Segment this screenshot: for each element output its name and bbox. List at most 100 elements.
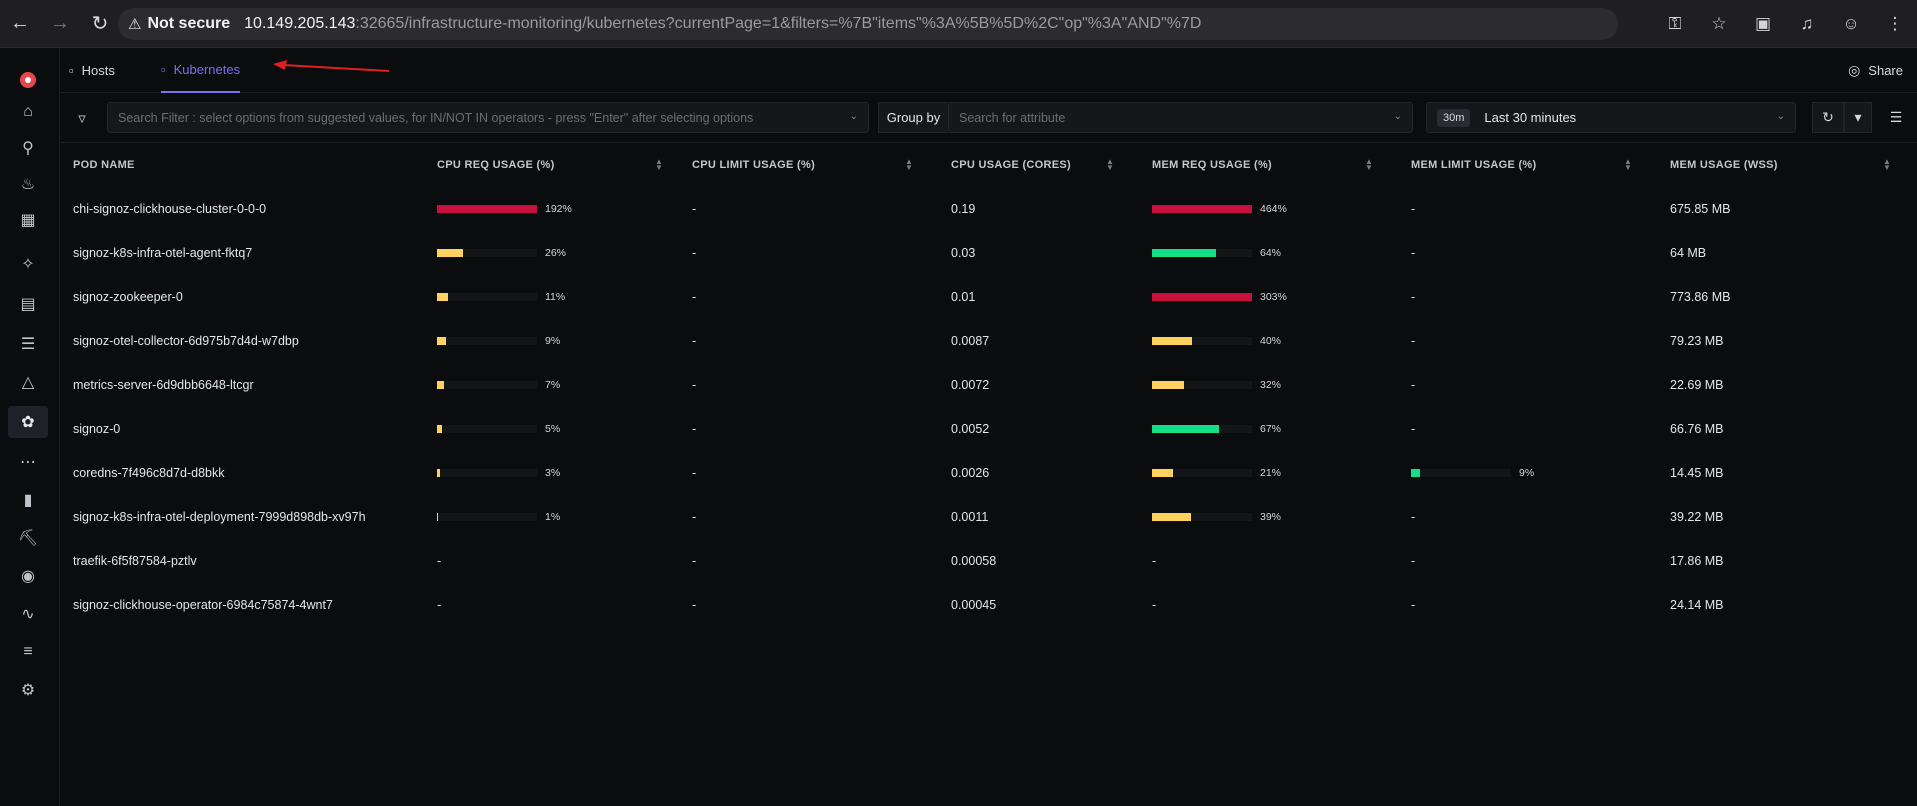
infrastructure-icon[interactable]: ✿ — [8, 406, 48, 438]
col-cpu-usage-cores[interactable]: CPU USAGE (CORES) — [951, 143, 1071, 187]
share-button[interactable]: ◎ Share — [1848, 48, 1903, 93]
binoculars-icon[interactable]: ◉ — [8, 560, 48, 592]
hdd-icon[interactable]: ▤ — [8, 288, 48, 320]
media-icon[interactable]: ♫ — [1785, 0, 1829, 48]
progress-percent: 3% — [545, 467, 561, 479]
settings-icon[interactable]: ⚙ — [8, 674, 48, 706]
table-row[interactable]: traefik-6f5f87584-pztlv - - 0.00058 - - 17.86 … — [61, 539, 1917, 583]
progress-bar-fill — [1152, 381, 1184, 389]
logo-icon[interactable] — [8, 64, 48, 96]
line-chart-icon[interactable]: ∿ — [8, 598, 48, 630]
progress-percent: 39% — [1260, 511, 1282, 523]
dashboard-icon[interactable]: ▦ — [8, 204, 48, 236]
mem-req-usage: 32% — [1152, 363, 1281, 407]
key-icon[interactable]: ⚿ — [1653, 0, 1697, 48]
progress-bar-fill — [1411, 469, 1420, 477]
progress-percent: 5% — [545, 423, 561, 435]
sort-icon[interactable]: ▲ ▼ — [655, 158, 663, 172]
column-settings-icon[interactable]: ☰ — [1881, 102, 1911, 133]
forward-icon[interactable]: → — [40, 0, 80, 48]
col-cpu-limit-usage[interactable]: CPU LIMIT USAGE (%) — [692, 143, 815, 187]
col-mem-usage-wss[interactable]: MEM USAGE (WSS) — [1670, 143, 1778, 187]
mem-usage-wss: 39.22 MB — [1670, 510, 1724, 524]
progress-bar-fill — [437, 381, 444, 389]
list-icon[interactable]: ≡ — [8, 636, 48, 668]
search-filter-input[interactable]: Search Filter : select options from sugg… — [107, 102, 869, 133]
sort-icon[interactable]: ▲ ▼ — [1883, 158, 1891, 172]
refresh-button[interactable]: ↻ — [1812, 102, 1844, 133]
mem-req-usage: - — [1152, 554, 1157, 568]
extensions-icon[interactable]: ▣ — [1741, 0, 1785, 48]
cpu-usage-cores: 0.00045 — [951, 598, 997, 612]
sort-icon[interactable]: ▲ ▼ — [905, 158, 913, 172]
sort-icon[interactable]: ▲ ▼ — [1624, 158, 1632, 172]
progress-bar — [1152, 469, 1252, 477]
pod-name: signoz-clickhouse-operator-6984c75874-4w… — [73, 598, 333, 612]
col-pod-name[interactable]: POD NAME — [73, 143, 135, 187]
mem-req-usage: 464% — [1152, 187, 1287, 231]
table-row[interactable]: signoz-zookeeper-0 11% - 0.01 303% - 773.86 MB — [61, 275, 1917, 319]
globe-icon: ◎ — [1848, 62, 1861, 78]
menu-icon[interactable]: ⋮ — [1873, 0, 1917, 48]
progress-bar-fill — [1152, 513, 1191, 521]
table-row[interactable]: chi-signoz-clickhouse-cluster-0-0-0 192% -… — [61, 187, 1917, 231]
progress-bar — [437, 205, 537, 213]
pod-name: metrics-server-6d9dbb6648-ltcgr — [73, 378, 254, 392]
col-mem-req-usage[interactable]: MEM REQ USAGE (%) — [1152, 143, 1272, 187]
table-row[interactable]: signoz-0 5% - 0.0052 67% - 66.76 MB — [61, 407, 1917, 451]
sort-icon[interactable]: ▲ ▼ — [1365, 158, 1373, 172]
search-icon[interactable]: ⚲ — [8, 132, 48, 164]
profile-icon[interactable]: ☺ — [1829, 0, 1873, 48]
mem-usage-wss: 675.85 MB — [1670, 202, 1731, 216]
table-row[interactable]: signoz-k8s-infra-otel-deployment-7999d89… — [61, 495, 1917, 539]
more-icon[interactable]: ⋯ — [8, 446, 48, 478]
reload-icon[interactable]: ↻ — [80, 0, 120, 48]
warning-icon: ⚠ — [128, 16, 142, 33]
chart-bar-icon[interactable]: ▮ — [8, 484, 48, 516]
progress-bar-fill — [437, 205, 537, 213]
progress-percent: 40% — [1260, 335, 1282, 347]
cpu-usage-cores: 0.0072 — [951, 378, 990, 392]
table-row[interactable]: coredns-7f496c8d7d-d8bkk 3% - 0.0026 21% 9% 14… — [61, 451, 1917, 495]
table-row[interactable]: signoz-clickhouse-operator-6984c75874-4w… — [61, 583, 1917, 627]
refresh-interval-dropdown[interactable]: ▾ — [1844, 102, 1872, 133]
progress-percent: 26% — [545, 247, 567, 259]
logs-icon[interactable]: ☰ — [8, 328, 48, 360]
table-row[interactable]: metrics-server-6d9dbb6648-ltcgr 7% - 0.0072… — [61, 363, 1917, 407]
mem-req-usage: 21% — [1152, 451, 1281, 495]
main-content: ▫ Hosts ▫ Kubernetes ◎ Share ▿ Search Fi… — [61, 48, 1917, 806]
mem-req-usage: 303% — [1152, 275, 1287, 319]
chevron-down-icon: ⌄ — [1776, 111, 1785, 122]
col-mem-limit-usage[interactable]: MEM LIMIT USAGE (%) — [1411, 143, 1536, 187]
sparkle-icon[interactable]: ✧ — [8, 248, 48, 280]
sort-icon[interactable]: ▲ ▼ — [1106, 158, 1114, 172]
alerts-icon[interactable]: △ — [8, 366, 48, 398]
filter-icon[interactable]: ▿ — [71, 107, 93, 129]
mem-req-usage: 39% — [1152, 495, 1281, 539]
tab-kubernetes[interactable]: ▫ Kubernetes — [161, 48, 241, 93]
mem-limit-usage: - — [1411, 378, 1416, 392]
home-icon[interactable]: ⌂ — [8, 96, 48, 128]
address-bar[interactable]: ⚠ Not secure 10.149.205.143:32665/infras… — [118, 8, 1618, 40]
table-header: POD NAME CPU REQ USAGE (%) ▲ ▼ CPU LIMIT … — [61, 143, 1917, 187]
table-row[interactable]: signoz-k8s-infra-otel-agent-fktq7 26% - 0.0… — [61, 231, 1917, 275]
chevron-down-icon: ⌄ — [1393, 111, 1402, 122]
time-range-picker[interactable]: 30m Last 30 minutes ⌄ — [1426, 102, 1796, 133]
back-icon[interactable]: ← — [0, 0, 40, 48]
group-by-label: Group by — [878, 102, 948, 133]
col-cpu-req-usage[interactable]: CPU REQ USAGE (%) — [437, 143, 555, 187]
table-row[interactable]: signoz-otel-collector-6d975b7d4d-w7dbp 9%… — [61, 319, 1917, 363]
cpu-limit-usage: - — [692, 202, 697, 216]
bell-icon[interactable]: ♨ — [8, 168, 48, 200]
pod-name: signoz-k8s-infra-otel-deployment-7999d89… — [73, 510, 366, 524]
star-icon[interactable]: ☆ — [1697, 0, 1741, 48]
progress-percent: 32% — [1260, 379, 1282, 391]
mem-usage-wss: 773.86 MB — [1670, 290, 1731, 304]
bug-icon[interactable]: ⛏ — [8, 522, 48, 554]
tab-hosts[interactable]: ▫ Hosts — [69, 48, 115, 93]
group-by-input[interactable]: Search for attribute ⌄ — [948, 102, 1413, 133]
pod-name: coredns-7f496c8d7d-d8bkk — [73, 466, 225, 480]
cpu-limit-usage: - — [692, 246, 697, 260]
cpu-req-usage: 9% — [437, 319, 560, 363]
progress-bar-fill — [1152, 293, 1252, 301]
